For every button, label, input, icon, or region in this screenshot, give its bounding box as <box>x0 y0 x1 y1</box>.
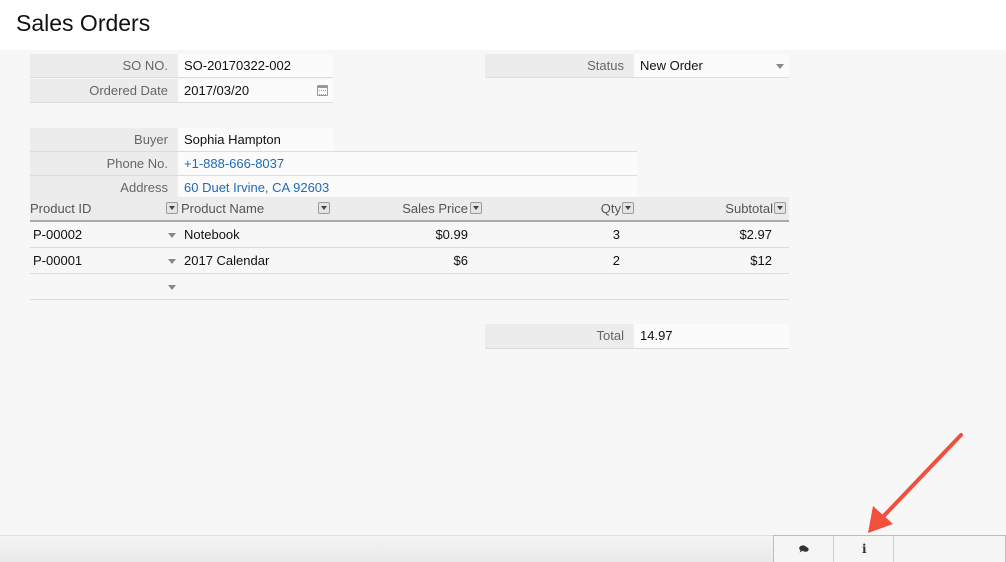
total-row: Total 14.97 <box>485 324 789 349</box>
total-value: 14.97 <box>634 324 789 348</box>
column-header-product-name[interactable]: Product Name <box>181 197 264 220</box>
sales-price-cell: $6 <box>453 253 468 268</box>
status-select[interactable]: New Order <box>634 54 789 77</box>
so-no-label: SO NO. <box>30 54 178 77</box>
filter-dropdown-icon[interactable] <box>622 202 634 214</box>
table-header: Product ID Product Name Sales Price Qty … <box>30 197 789 222</box>
buyer-label: Buyer <box>30 128 178 151</box>
subtotal-cell: $2.97 <box>739 227 772 242</box>
annotation-arrow <box>868 433 963 533</box>
status-row: Status New Order <box>485 54 789 78</box>
calendar-icon[interactable] <box>317 85 328 96</box>
column-header-subtotal[interactable]: Subtotal <box>725 197 773 220</box>
status-label: Status <box>485 54 634 77</box>
chevron-down-icon[interactable] <box>168 259 176 264</box>
qty-cell: 3 <box>612 227 620 242</box>
subtotal-cell: $12 <box>750 253 772 268</box>
status-value: New Order <box>640 58 703 73</box>
page-title: Sales Orders <box>16 10 151 36</box>
filter-dropdown-icon[interactable] <box>470 202 482 214</box>
table-row-empty[interactable] <box>30 274 789 300</box>
phone-row: Phone No. +1-888-666-8037 <box>30 152 637 176</box>
so-no-field[interactable]: SO-20170322-002 <box>178 54 333 77</box>
product-id-link[interactable]: P-00001 <box>33 248 82 274</box>
address-label: Address <box>30 176 178 199</box>
buyer-row: Buyer Sophia Hampton <box>30 128 637 152</box>
chevron-down-icon[interactable] <box>776 64 784 69</box>
product-id-link[interactable]: P-00002 <box>33 222 82 248</box>
filter-dropdown-icon[interactable] <box>166 202 178 214</box>
address-link[interactable]: 60 Duet Irvine, CA 92603 <box>178 176 637 199</box>
table-row: P-00002 Notebook $0.99 3 $2.97 <box>30 222 789 248</box>
total-label: Total <box>485 324 634 348</box>
comments-icon <box>799 545 809 553</box>
ordered-date-label: Ordered Date <box>30 79 178 102</box>
comments-button[interactable] <box>774 536 834 562</box>
column-header-sales-price[interactable]: Sales Price <box>402 197 468 220</box>
qty-cell: 2 <box>612 253 620 268</box>
phone-label: Phone No. <box>30 152 178 175</box>
buyer-field[interactable]: Sophia Hampton <box>178 128 333 151</box>
bottom-bar: i <box>0 535 1006 562</box>
so-no-row: SO NO. SO-20170322-002 <box>30 54 333 78</box>
page-header: Sales Orders <box>0 0 1006 50</box>
ordered-date-row: Ordered Date 2017/03/20 <box>30 79 333 103</box>
column-header-product-id[interactable]: Product ID <box>30 197 91 220</box>
ordered-date-field[interactable]: 2017/03/20 <box>178 79 333 102</box>
info-icon: i <box>862 542 867 556</box>
chevron-down-icon[interactable] <box>168 233 176 238</box>
product-name-cell: Notebook <box>184 227 240 242</box>
table-row: P-00001 2017 Calendar $6 2 $12 <box>30 248 789 274</box>
chevron-down-icon[interactable] <box>168 285 176 290</box>
column-header-qty[interactable]: Qty <box>601 197 621 220</box>
filter-dropdown-icon[interactable] <box>774 202 786 214</box>
product-name-cell: 2017 Calendar <box>184 253 270 268</box>
ordered-date-value: 2017/03/20 <box>184 83 250 98</box>
phone-link[interactable]: +1-888-666-8037 <box>178 152 637 175</box>
filter-dropdown-icon[interactable] <box>318 202 330 214</box>
sales-price-cell: $0.99 <box>435 227 468 242</box>
